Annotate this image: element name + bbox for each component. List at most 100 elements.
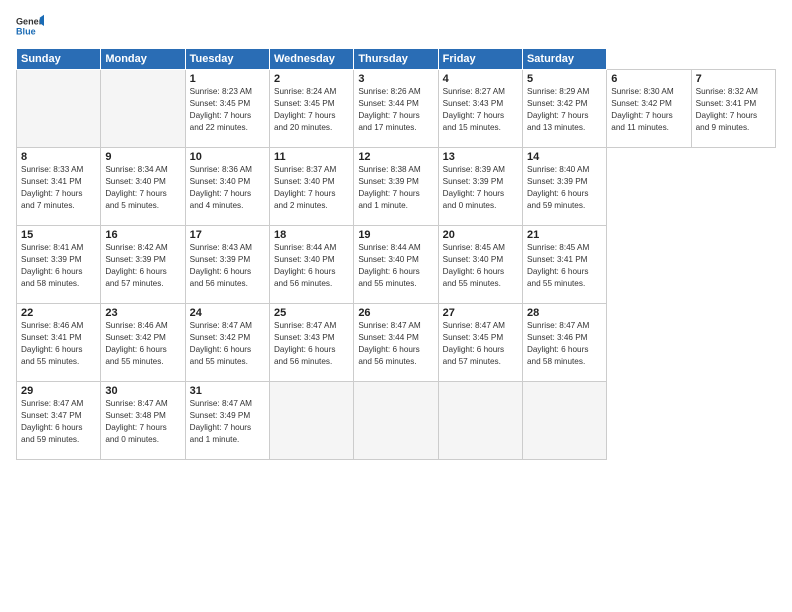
calendar-cell: 23 Sunrise: 8:46 AMSunset: 3:42 PMDayligh… [101,304,185,382]
day-number: 28 [527,307,602,319]
day-number: 16 [105,229,180,241]
day-number: 1 [190,73,265,85]
calendar-cell: 3 Sunrise: 8:26 AMSunset: 3:44 PMDaylight… [354,70,438,148]
calendar-cell: 18Sunrise: 8:44 AMSunset: 3:40 PMDayligh… [269,226,353,304]
page: General Blue SundayMondayTuesdayWednesda… [0,0,792,612]
day-info: Sunrise: 8:46 AMSunset: 3:42 PMDaylight:… [105,321,167,366]
weekday-label: Thursday [354,49,438,70]
logo-icon: General Blue [16,12,44,40]
day-number: 2 [274,73,349,85]
calendar-cell: 14 Sunrise: 8:40 AMSunset: 3:39 PMDayligh… [522,148,606,226]
day-number: 22 [21,307,96,319]
calendar-cell: 4Sunrise: 8:27 AMSunset: 3:43 PMDaylight… [438,70,522,148]
calendar-cell: 30Sunrise: 8:47 AMSunset: 3:48 PMDayligh… [101,382,185,460]
day-number: 8 [21,151,96,163]
calendar-cell: 6 Sunrise: 8:30 AMSunset: 3:42 PMDaylight… [607,70,691,148]
day-number: 24 [190,307,265,319]
day-number: 23 [105,307,180,319]
calendar-week-row: 15 Sunrise: 8:41 AMSunset: 3:39 PMDayligh… [17,226,776,304]
calendar-cell: 10 Sunrise: 8:36 AMSunset: 3:40 PMDayligh… [185,148,269,226]
day-info: Sunrise: 8:47 AMSunset: 3:43 PMDaylight:… [274,321,336,366]
day-number: 10 [190,151,265,163]
svg-text:Blue: Blue [16,26,36,36]
day-number: 15 [21,229,96,241]
day-number: 14 [527,151,602,163]
calendar-cell: 25Sunrise: 8:47 AMSunset: 3:43 PMDayligh… [269,304,353,382]
weekday-label: Friday [438,49,522,70]
day-number: 9 [105,151,180,163]
day-number: 6 [611,73,686,85]
day-number: 29 [21,385,96,397]
day-info: Sunrise: 8:30 AMSunset: 3:42 PMDaylight:… [611,87,673,132]
day-info: Sunrise: 8:46 AMSunset: 3:41 PMDaylight:… [21,321,83,366]
calendar: SundayMondayTuesdayWednesdayThursdayFrid… [16,48,776,460]
calendar-cell: 13 Sunrise: 8:39 AMSunset: 3:39 PMDayligh… [438,148,522,226]
day-number: 20 [443,229,518,241]
calendar-cell: 21Sunrise: 8:45 AMSunset: 3:41 PMDayligh… [522,226,606,304]
day-info: Sunrise: 8:34 AMSunset: 3:40 PMDaylight:… [105,165,167,210]
calendar-cell [522,382,606,460]
day-info: Sunrise: 8:40 AMSunset: 3:39 PMDaylight:… [527,165,589,210]
day-info: Sunrise: 8:37 AMSunset: 3:40 PMDaylight:… [274,165,336,210]
day-info: Sunrise: 8:47 AMSunset: 3:47 PMDaylight:… [21,399,83,444]
calendar-week-row: 22 Sunrise: 8:46 AMSunset: 3:41 PMDayligh… [17,304,776,382]
calendar-cell: 8 Sunrise: 8:33 AMSunset: 3:41 PMDaylight… [17,148,101,226]
calendar-cell [101,70,185,148]
day-info: Sunrise: 8:23 AMSunset: 3:45 PMDaylight:… [190,87,252,132]
calendar-cell: 12Sunrise: 8:38 AMSunset: 3:39 PMDayligh… [354,148,438,226]
day-info: Sunrise: 8:33 AMSunset: 3:41 PMDaylight:… [21,165,83,210]
day-number: 19 [358,229,433,241]
calendar-cell [354,382,438,460]
calendar-cell [438,382,522,460]
day-info: Sunrise: 8:24 AMSunset: 3:45 PMDaylight:… [274,87,336,132]
day-number: 11 [274,151,349,163]
day-info: Sunrise: 8:39 AMSunset: 3:39 PMDaylight:… [443,165,505,210]
calendar-cell: 31Sunrise: 8:47 AMSunset: 3:49 PMDayligh… [185,382,269,460]
day-info: Sunrise: 8:47 AMSunset: 3:48 PMDaylight:… [105,399,167,444]
calendar-cell: 15 Sunrise: 8:41 AMSunset: 3:39 PMDayligh… [17,226,101,304]
calendar-cell: 19 Sunrise: 8:44 AMSunset: 3:40 PMDayligh… [354,226,438,304]
weekday-label: Saturday [522,49,606,70]
day-info: Sunrise: 8:26 AMSunset: 3:44 PMDaylight:… [358,87,420,132]
day-info: Sunrise: 8:41 AMSunset: 3:39 PMDaylight:… [21,243,83,288]
calendar-week-row: 8 Sunrise: 8:33 AMSunset: 3:41 PMDaylight… [17,148,776,226]
day-number: 7 [696,73,771,85]
day-info: Sunrise: 8:36 AMSunset: 3:40 PMDaylight:… [190,165,252,210]
day-info: Sunrise: 8:44 AMSunset: 3:40 PMDaylight:… [358,243,420,288]
day-info: Sunrise: 8:45 AMSunset: 3:40 PMDaylight:… [443,243,505,288]
day-number: 26 [358,307,433,319]
day-number: 3 [358,73,433,85]
weekday-label: Sunday [17,49,101,70]
calendar-cell: 28Sunrise: 8:47 AMSunset: 3:46 PMDayligh… [522,304,606,382]
day-number: 18 [274,229,349,241]
calendar-cell: 2 Sunrise: 8:24 AMSunset: 3:45 PMDaylight… [269,70,353,148]
calendar-cell: 16Sunrise: 8:42 AMSunset: 3:39 PMDayligh… [101,226,185,304]
calendar-cell [17,70,101,148]
calendar-week-row: 1 Sunrise: 8:23 AMSunset: 3:45 PMDaylight… [17,70,776,148]
day-number: 13 [443,151,518,163]
day-info: Sunrise: 8:43 AMSunset: 3:39 PMDaylight:… [190,243,252,288]
day-info: Sunrise: 8:47 AMSunset: 3:45 PMDaylight:… [443,321,505,366]
calendar-cell: 1 Sunrise: 8:23 AMSunset: 3:45 PMDaylight… [185,70,269,148]
calendar-body: 1 Sunrise: 8:23 AMSunset: 3:45 PMDaylight… [17,70,776,460]
day-info: Sunrise: 8:47 AMSunset: 3:44 PMDaylight:… [358,321,420,366]
weekday-header-row: SundayMondayTuesdayWednesdayThursdayFrid… [17,49,776,70]
logo: General Blue [16,12,44,40]
calendar-cell: 22 Sunrise: 8:46 AMSunset: 3:41 PMDayligh… [17,304,101,382]
day-number: 5 [527,73,602,85]
calendar-cell: 24Sunrise: 8:47 AMSunset: 3:42 PMDayligh… [185,304,269,382]
calendar-cell: 20 Sunrise: 8:45 AMSunset: 3:40 PMDayligh… [438,226,522,304]
calendar-cell: 26 Sunrise: 8:47 AMSunset: 3:44 PMDayligh… [354,304,438,382]
day-number: 17 [190,229,265,241]
calendar-cell [269,382,353,460]
day-info: Sunrise: 8:47 AMSunset: 3:49 PMDaylight:… [190,399,252,444]
calendar-cell: 29 Sunrise: 8:47 AMSunset: 3:47 PMDayligh… [17,382,101,460]
weekday-label: Tuesday [185,49,269,70]
calendar-cell: 27Sunrise: 8:47 AMSunset: 3:45 PMDayligh… [438,304,522,382]
day-info: Sunrise: 8:38 AMSunset: 3:39 PMDaylight:… [358,165,420,210]
day-info: Sunrise: 8:27 AMSunset: 3:43 PMDaylight:… [443,87,505,132]
day-info: Sunrise: 8:29 AMSunset: 3:42 PMDaylight:… [527,87,589,132]
weekday-label: Wednesday [269,49,353,70]
calendar-cell: 7Sunrise: 8:32 AMSunset: 3:41 PMDaylight… [691,70,775,148]
calendar-cell: 5 Sunrise: 8:29 AMSunset: 3:42 PMDaylight… [522,70,606,148]
